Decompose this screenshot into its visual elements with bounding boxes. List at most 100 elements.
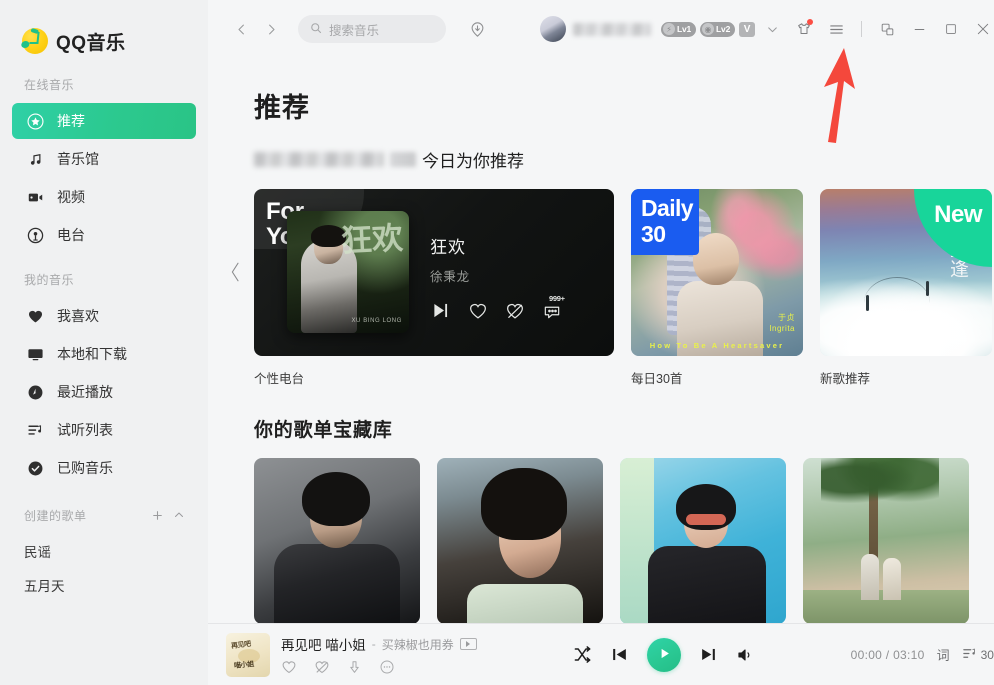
- sidebar-item-local-downloads[interactable]: 本地和下载: [12, 336, 196, 372]
- for-you-song-info: 狂欢 徐秉龙 999+: [430, 233, 565, 321]
- now-playing-artist[interactable]: 买辣椒也用券: [382, 636, 454, 653]
- next-track-icon[interactable]: [699, 645, 718, 664]
- playlist-card[interactable]: [803, 458, 969, 623]
- new-songs-card[interactable]: 陌峪重逢 New: [820, 189, 992, 356]
- sidebar-item-radio[interactable]: 电台: [12, 217, 196, 253]
- sidebar-item-video[interactable]: 视频: [12, 179, 196, 215]
- heart-outline-icon[interactable]: [281, 659, 297, 675]
- daily-30-card[interactable]: Daily 30 于贞 Ingrita How To Be A Heartsave…: [631, 189, 803, 356]
- download-icon[interactable]: [347, 659, 362, 675]
- username-redacted-inline: [254, 151, 384, 167]
- badge-label: Lv1: [677, 24, 692, 34]
- playback-time: 00:00 / 03:10: [851, 648, 925, 662]
- vip-v-icon[interactable]: V: [739, 21, 756, 37]
- clock-icon: [26, 383, 44, 401]
- sidebar-item-recommend[interactable]: 推荐: [12, 103, 196, 139]
- heart-broken-icon[interactable]: [505, 301, 525, 321]
- playlist-card[interactable]: [620, 458, 786, 623]
- playlist-card[interactable]: [254, 458, 420, 623]
- queue-button[interactable]: 30: [962, 646, 994, 664]
- minimize-icon[interactable]: [904, 14, 934, 44]
- qq-music-window: QQ音乐 在线音乐 推荐 音乐馆 视频 电台 我的音乐 我喜欢 本地和下载 最近…: [0, 0, 994, 685]
- now-playing-album-art[interactable]: 再见吧 喵小姐: [226, 632, 270, 677]
- chevron-up-icon[interactable]: [168, 504, 190, 526]
- user-profile[interactable]: [540, 16, 651, 42]
- search-placeholder: 搜索音乐: [329, 23, 380, 38]
- now-playing-title-row: 再见吧 喵小姐 - 买辣椒也用券: [281, 634, 477, 654]
- hamburger-menu-icon[interactable]: [821, 14, 851, 44]
- playlist-item-mayday[interactable]: 五月天: [0, 568, 208, 602]
- badge-level-2[interactable]: ◉ Lv2: [700, 21, 736, 37]
- carousel-prev-chevron-left-icon[interactable]: [226, 255, 244, 289]
- sidebar-group-title-mine: 我的音乐: [24, 273, 75, 287]
- sidebar-item-purchased[interactable]: 已购音乐: [12, 450, 196, 486]
- volume-icon[interactable]: [736, 646, 754, 664]
- badge-label: Lv2: [716, 24, 731, 34]
- heart-broken-icon[interactable]: [314, 659, 330, 675]
- now-playing-actions: [281, 659, 477, 675]
- song-title[interactable]: 狂欢: [430, 233, 562, 258]
- star-badge-icon: [26, 112, 44, 130]
- playlist-item-minyao[interactable]: 民谣: [0, 534, 208, 568]
- lyrics-button[interactable]: 词: [937, 645, 950, 664]
- badge-label: V: [743, 23, 751, 35]
- lightning-icon: ⚡: [663, 23, 675, 35]
- content-scroll-area: 推荐 今日为你推荐 For 狂欢 XU BING LONG 狂欢 徐秉龙 999…: [208, 58, 994, 623]
- playlist-item-label: 五月天: [24, 579, 65, 594]
- video-camera-icon: [26, 188, 44, 206]
- heart-outline-icon[interactable]: [468, 301, 488, 321]
- play-icon: [657, 646, 672, 664]
- carousel-card-for-you: For You 狂欢 XU BING LONG: [254, 189, 614, 387]
- song-artist[interactable]: 徐秉龙: [430, 266, 562, 285]
- brand-title: QQ音乐: [56, 32, 126, 54]
- play-button[interactable]: [647, 637, 682, 672]
- badge-level-1[interactable]: ⚡ Lv1: [661, 21, 697, 37]
- created-playlists-label: 创建的歌单: [24, 508, 87, 523]
- for-you-card[interactable]: For You 狂欢 XU BING LONG: [254, 189, 614, 356]
- search-input[interactable]: 搜索音乐: [298, 15, 446, 43]
- download-manager-icon[interactable]: [462, 14, 492, 44]
- playlist-grid: [254, 458, 992, 623]
- sidebar-item-music-hall[interactable]: 音乐馆: [12, 141, 196, 177]
- sidebar-item-label: 试听列表: [57, 422, 113, 438]
- time-separator: /: [885, 647, 890, 662]
- chevron-down-icon[interactable]: [761, 18, 783, 40]
- sidebar-item-label: 电台: [57, 227, 85, 243]
- monitor-icon: [26, 345, 44, 363]
- toolbar-divider: [861, 21, 862, 37]
- comment-icon[interactable]: 999+: [542, 294, 565, 321]
- forward-button[interactable]: [256, 14, 286, 44]
- plus-icon[interactable]: [146, 504, 168, 526]
- playlist-card[interactable]: [437, 458, 603, 623]
- heart-filled-icon: [26, 307, 44, 325]
- sidebar-item-favorites[interactable]: 我喜欢: [12, 298, 196, 334]
- skin-shirt-icon[interactable]: [789, 14, 819, 44]
- daily-30-cover-caption: How To Be A Heartsaver: [649, 341, 785, 350]
- comment-count: 999+: [549, 293, 565, 303]
- username-redacted-inline-2: [390, 151, 416, 167]
- more-dots-icon[interactable]: [379, 659, 395, 675]
- vinyl-icon: ◉: [702, 23, 715, 35]
- play-next-icon[interactable]: [430, 300, 451, 321]
- mini-window-icon[interactable]: [872, 14, 902, 44]
- sidebar-item-label: 本地和下载: [57, 346, 127, 362]
- now-playing-title[interactable]: 再见吧 喵小姐: [281, 634, 366, 654]
- section-title-playlist-vault: 你的歌单宝藏库: [254, 420, 393, 441]
- avatar: [540, 16, 566, 42]
- now-playing-meta: 再见吧 喵小姐 - 买辣椒也用券: [281, 634, 477, 675]
- mv-play-icon[interactable]: [459, 638, 477, 650]
- total-time: 03:10: [893, 647, 925, 662]
- album-art-credit: XU BING LONG: [351, 318, 402, 324]
- playlist-cover-art: [803, 458, 969, 623]
- sidebar-item-recent[interactable]: 最近播放: [12, 374, 196, 410]
- close-icon[interactable]: [968, 14, 994, 44]
- sidebar-item-label: 我喜欢: [57, 308, 99, 324]
- maximize-icon[interactable]: [936, 14, 966, 44]
- content-inner: 推荐 今日为你推荐 For 狂欢 XU BING LONG 狂欢 徐秉龙 999…: [208, 58, 994, 623]
- carousel-card-daily-30: Daily 30 于贞 Ingrita How To Be A Heartsave…: [631, 189, 803, 387]
- shuffle-icon[interactable]: [573, 645, 592, 664]
- previous-track-icon[interactable]: [610, 645, 629, 664]
- album-art-text-line1: 再见吧: [230, 640, 252, 650]
- sidebar-item-preview-list[interactable]: 试听列表: [12, 412, 196, 448]
- back-button[interactable]: [226, 14, 256, 44]
